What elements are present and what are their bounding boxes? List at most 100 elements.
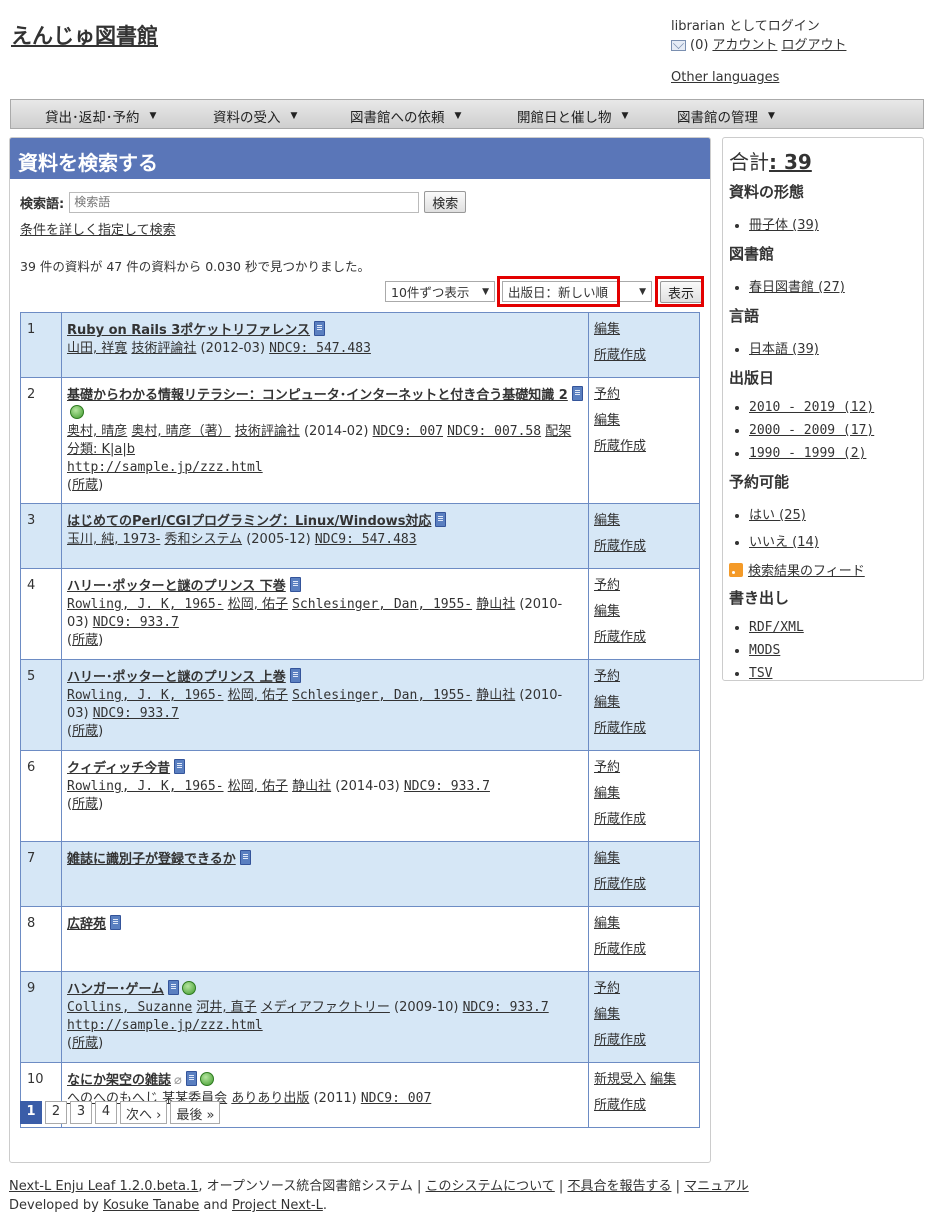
result-url-link[interactable]: http://sample.jp/zzz.html [67,460,263,475]
nav-management[interactable]: 図書館の管理 ▼ [677,106,775,126]
action-link[interactable]: 編集 [594,604,620,619]
action-link[interactable]: 新規受入 [594,1072,646,1087]
meta-link[interactable]: 松岡, 佑子 [228,688,288,703]
bug-report-link[interactable]: 不具合を報告する [567,1179,671,1194]
product-link[interactable]: Next-L Enju Leaf 1.2.0.beta.1 [9,1179,198,1194]
feed-link[interactable]: 検索結果のフィード [748,564,865,579]
action-link[interactable]: 予約 [594,669,620,684]
facet-link[interactable]: はい (25) [749,508,806,523]
feed-row[interactable]: 検索結果のフィード [729,560,917,579]
manual-link[interactable]: マニュアル [684,1179,749,1194]
holding-link[interactable]: 所蔵 [72,797,98,812]
meta-link[interactable]: NDC9: 547.483 [269,341,371,356]
result-title-link[interactable]: 基礎からわかる情報リテラシー：コンピュータ･インターネットと付き合う基礎知識 2 [67,388,568,403]
action-link[interactable]: 予約 [594,578,620,593]
per-page-select[interactable]: 10件ずつ表示 ▼ [385,281,495,302]
facet-link[interactable]: 1990 - 1999 (2) [749,446,866,461]
action-link[interactable]: 編集 [594,1007,620,1022]
result-title-link[interactable]: なにか架空の雑誌 [67,1073,171,1088]
meta-link[interactable]: NDC9: 933.7 [93,615,179,630]
meta-link[interactable]: NDC9: 547.483 [315,532,417,547]
result-title-link[interactable]: クィディッチ今昔 [67,761,170,776]
account-link[interactable]: アカウント [712,36,777,55]
result-title-link[interactable]: 広辞苑 [67,917,106,932]
meta-link[interactable]: 静山社 [292,779,331,794]
holding-link[interactable]: 所蔵 [72,478,98,493]
meta-link[interactable]: 静山社 [476,688,515,703]
project-link[interactable]: Project Next-L [232,1198,323,1213]
mail-icon[interactable] [671,40,686,51]
meta-link[interactable]: Schlesinger, Dan, 1955- [292,597,472,612]
action-link[interactable]: 所蔵作成 [594,942,646,957]
meta-link[interactable]: 技術評論社 [131,341,196,356]
action-link[interactable]: 所蔵作成 [594,539,646,554]
action-link[interactable]: 編集 [594,513,620,528]
meta-link[interactable]: ありあり出版 [231,1091,309,1106]
action-link[interactable]: 編集 [594,322,620,337]
meta-link[interactable]: Rowling, J. K, 1965- [67,597,224,612]
export-link[interactable]: TSV [749,666,772,681]
facet-link[interactable]: 2010 - 2019 (12) [749,400,874,415]
result-title-link[interactable]: ハンガー･ゲーム [67,982,164,997]
meta-link[interactable]: Rowling, J. K, 1965- [67,688,224,703]
nav-circulation[interactable]: 貸出･返却･予約 ▼ [45,106,156,126]
action-link[interactable]: 所蔵作成 [594,630,646,645]
meta-link[interactable]: 静山社 [476,597,515,612]
result-title-link[interactable]: 雑誌に識別子が登録できるか [67,852,236,867]
action-link[interactable]: 編集 [594,413,620,428]
action-link[interactable]: 所蔵作成 [594,877,646,892]
meta-link[interactable]: メディアファクトリー [261,1000,390,1015]
about-link[interactable]: このシステムについて [426,1179,555,1194]
meta-link[interactable]: NDC9: 933.7 [463,1000,549,1015]
result-title-link[interactable]: ハリー･ポッターと謎のプリンス 下巻 [67,579,286,594]
action-link[interactable]: 所蔵作成 [594,1098,646,1113]
result-url-link[interactable]: http://sample.jp/zzz.html [67,1018,263,1033]
action-link[interactable]: 編集 [650,1072,676,1087]
meta-link[interactable]: Rowling, J. K, 1965- [67,779,224,794]
action-link[interactable]: 所蔵作成 [594,812,646,827]
logout-link[interactable]: ログアウト [781,36,846,55]
nav-requests[interactable]: 図書館への依頼 ▼ [350,106,461,126]
action-link[interactable]: 予約 [594,387,620,402]
export-link[interactable]: MODS [749,643,780,658]
nav-acquisition[interactable]: 資料の受入 ▼ [213,106,297,126]
facet-link[interactable]: 春日図書館 (27) [749,280,845,295]
advanced-search-link[interactable]: 条件を詳しく指定して検索 [20,219,176,238]
search-button[interactable]: 検索 [424,191,467,213]
meta-link[interactable]: NDC9: 933.7 [404,779,490,794]
result-title-link[interactable]: ハリー･ポッターと謎のプリンス 上巻 [67,670,286,685]
facet-link[interactable]: 冊子体 (39) [749,218,819,233]
facet-link[interactable]: 2000 - 2009 (17) [749,423,874,438]
result-title-link[interactable]: Ruby on Rails 3ポケットリファレンス [67,323,310,338]
action-link[interactable]: 予約 [594,981,620,996]
facet-link[interactable]: いいえ (14) [749,535,819,550]
action-link[interactable]: 編集 [594,851,620,866]
meta-link[interactable]: 奥村, 晴彦 [67,424,127,439]
author-link[interactable]: Kosuke Tanabe [103,1198,199,1213]
meta-link[interactable]: 玉川, 純, 1973- [67,532,160,547]
page-link[interactable]: 4 [95,1101,117,1124]
action-link[interactable]: 所蔵作成 [594,1033,646,1048]
meta-link[interactable]: Collins, Suzanne [67,1000,192,1015]
result-title-link[interactable]: はじめてのPerl/CGIプログラミング：Linux/Windows対応 [67,514,431,529]
action-link[interactable]: 所蔵作成 [594,439,646,454]
meta-link[interactable]: NDC9: 007 [373,424,443,439]
meta-link[interactable]: 松岡, 佑子 [228,597,288,612]
search-input[interactable] [69,191,420,213]
meta-link[interactable]: 秀和システム [164,532,242,547]
meta-link[interactable]: NDC9: 933.7 [93,706,179,721]
holding-link[interactable]: 所蔵 [72,724,98,739]
page-current[interactable]: 1 [20,1101,42,1124]
action-link[interactable]: 編集 [594,786,620,801]
facet-link[interactable]: 日本語 (39) [749,342,819,357]
meta-link[interactable]: 松岡, 佑子 [228,779,288,794]
action-link[interactable]: 編集 [594,916,620,931]
meta-link[interactable]: 山田, 祥寛 [67,341,127,356]
meta-link[interactable]: NDC9: 007 [361,1091,431,1106]
action-link[interactable]: 所蔵作成 [594,721,646,736]
export-link[interactable]: RDF/XML [749,620,804,635]
page-link[interactable]: 3 [70,1101,92,1124]
last-page-link[interactable]: 最後 » [170,1101,221,1124]
site-title[interactable]: えんじゅ図書館 [11,20,158,50]
meta-link[interactable]: NDC9: 007.58 [447,424,541,439]
